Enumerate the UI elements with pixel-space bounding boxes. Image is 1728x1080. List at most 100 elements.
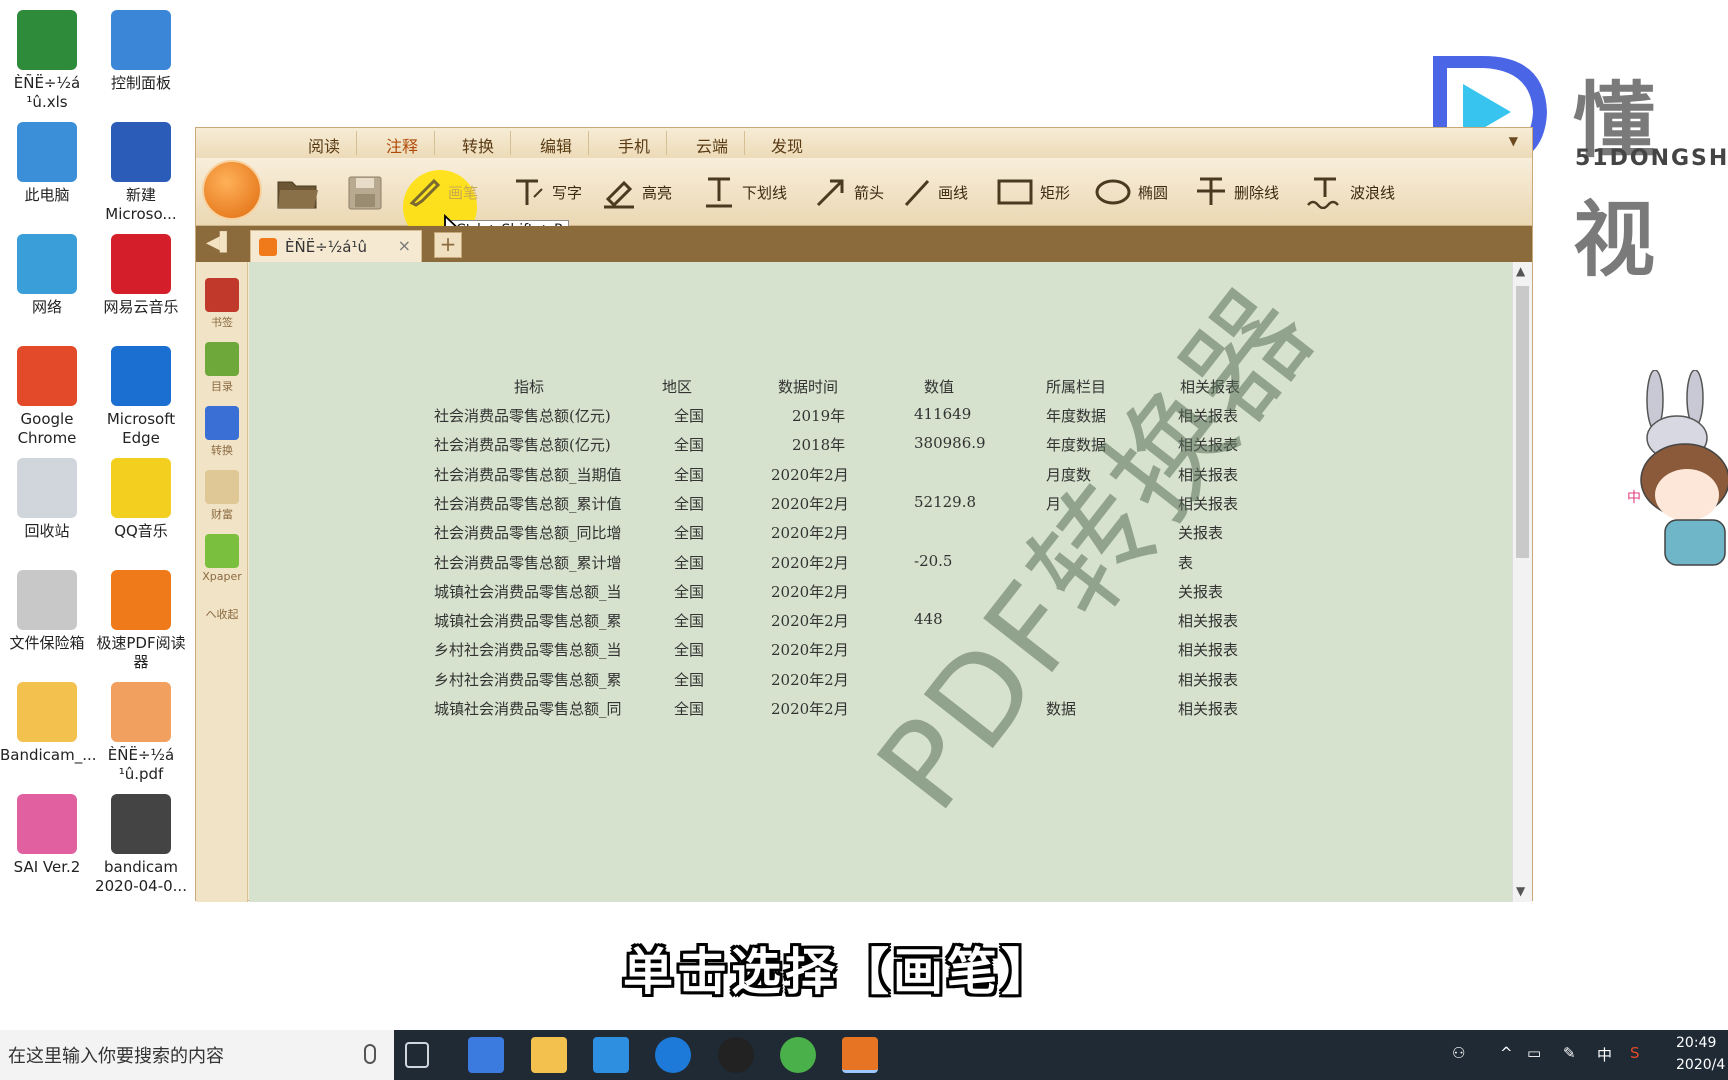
table-cell: 全国 (674, 553, 705, 572)
control-panel-icon (111, 10, 171, 70)
table-cell: 社会消费品零售总额(亿元) (434, 407, 611, 425)
tool-arrow[interactable]: 箭头 (814, 172, 884, 212)
desktop-icon-label: 文件保险箱 (9, 634, 85, 652)
sidebar-item-toc[interactable]: 目录 (200, 342, 244, 394)
tab-edit[interactable]: 编辑 (540, 133, 572, 157)
tab-convert[interactable]: 转换 (462, 133, 494, 157)
table-cell: 全国 (674, 494, 705, 513)
desktop-icon-label: 控制面板 (110, 74, 171, 92)
sidebar-item-collapse[interactable]: ヘ收起 (200, 606, 244, 622)
tool-rectangle[interactable]: 矩形 (996, 172, 1070, 212)
desktop-icon[interactable]: 极速PDF阅读 器 (94, 570, 188, 672)
sidebar-item-convert[interactable]: 转换 (200, 406, 244, 458)
desktop-icon[interactable]: 新建 Microso... (94, 122, 188, 224)
people-icon[interactable]: ⚇ (1452, 1044, 1465, 1062)
app-logo-icon[interactable] (202, 160, 262, 220)
open-folder-icon[interactable] (276, 172, 320, 212)
tool-ellipse[interactable]: 椭圆 (1094, 172, 1168, 212)
table-cell: 全国 (674, 407, 705, 425)
desktop-icon[interactable]: QQ音乐 (94, 458, 188, 541)
microphone-icon[interactable] (364, 1044, 376, 1064)
save-icon[interactable] (346, 172, 384, 212)
tab-mobile[interactable]: 手机 (618, 133, 650, 157)
pdf-reader-icon (111, 570, 171, 630)
pdf-reader-taskbar-icon[interactable] (842, 1037, 878, 1073)
desktop-icon[interactable]: Microsoft Edge (94, 346, 188, 448)
desktop-icon[interactable]: bandicam 2020-04-0... (94, 794, 188, 896)
desktop-icon[interactable]: 回收站 (0, 458, 94, 541)
clock[interactable]: 20:49 2020/4 (1676, 1032, 1725, 1076)
scroll-thumb[interactable] (1516, 286, 1529, 558)
desktop-icon[interactable]: ÈÑË÷½á ¹û.xls (0, 10, 94, 112)
browser-360-icon[interactable] (780, 1037, 816, 1073)
pen-tray-icon[interactable]: ✎ (1563, 1044, 1576, 1062)
desktop-icon[interactable]: 网易云音乐 (94, 234, 188, 317)
bookmark-icon (205, 278, 239, 312)
tool-wavy-line[interactable]: 波浪线 (1306, 172, 1395, 212)
logo-brand: 懂 视 (1573, 74, 1664, 288)
battery-icon[interactable]: ▭ (1527, 1044, 1541, 1062)
desktop-icon[interactable]: Google Chrome (0, 346, 94, 448)
chrome-icon (17, 346, 77, 406)
convert-icon (205, 406, 239, 440)
sidebar-item-bookmark[interactable]: 书签 (200, 278, 244, 330)
tab-cloud[interactable]: 云端 (696, 133, 728, 157)
sogou-ime-icon[interactable]: S (1630, 1044, 1640, 1062)
scroll-down-icon[interactable]: ▼ (1516, 884, 1525, 898)
clock-date: 2020/4 (1676, 1057, 1726, 1073)
desktop-icon[interactable]: 此电脑 (0, 122, 94, 205)
edge-icon[interactable] (655, 1037, 691, 1073)
desktop-icon-label: SAI Ver.2 (13, 858, 81, 876)
document-tab[interactable]: ÈÑË÷½á¹û × (250, 230, 422, 262)
tool-text[interactable]: 写字 (512, 172, 582, 212)
taskbar-search[interactable]: 在这里输入你要搜索的内容 (0, 1030, 394, 1080)
desktop-icon[interactable]: 文件保险箱 (0, 570, 94, 653)
tool-line[interactable]: 画线 (902, 172, 968, 212)
tool-arrow-label: 箭头 (854, 183, 885, 202)
ribbon-menu-arrow-icon[interactable]: ▼ (1509, 134, 1518, 148)
desktop-icon-label: ÈÑË÷½á ¹û.pdf (107, 746, 175, 783)
panel-collapse-icon[interactable]: ◀▌ (206, 232, 234, 256)
desktop-icon[interactable]: Bandicam_... (0, 682, 97, 765)
page-watermark: PDF转换器 (851, 263, 1342, 836)
qq-icon[interactable] (718, 1037, 754, 1073)
new-tab-button[interactable]: + (434, 232, 462, 258)
network-icon (17, 234, 77, 294)
desktop-icon[interactable]: SAI Ver.2 (0, 794, 94, 877)
sai-icon (17, 794, 77, 854)
sidebar-item-wealth[interactable]: 财富 (200, 470, 244, 522)
netease-music-icon (111, 234, 171, 294)
desktop-icon-label: 回收站 (24, 522, 70, 540)
tool-underline[interactable]: 下划线 (702, 172, 787, 212)
ime-indicator[interactable]: 中 (1597, 1044, 1612, 1065)
desktop-icon-label: ÈÑË÷½á ¹û.xls (13, 74, 81, 111)
vertical-scrollbar[interactable]: ▲ ▼ (1512, 262, 1532, 902)
tab-discover[interactable]: 发现 (771, 133, 803, 157)
mail-icon[interactable] (593, 1037, 629, 1073)
table-header-cell: 数据时间 (778, 378, 839, 396)
desktop-icon[interactable]: 控制面板 (94, 10, 188, 93)
file-explorer-icon[interactable] (531, 1037, 567, 1073)
wavy-line-icon (1307, 177, 1339, 209)
tray-expand-icon[interactable]: ^ (1500, 1044, 1513, 1062)
desktop-icon[interactable]: ÈÑË÷½á ¹û.pdf (94, 682, 188, 784)
close-tab-icon[interactable]: × (398, 236, 411, 255)
sidebar-item-xpaper[interactable]: Xpaper (200, 534, 244, 583)
tab-annotate[interactable]: 注释 (386, 133, 418, 157)
desktop-icon-label: Microsoft Edge (106, 410, 176, 447)
table-cell: 相关报表 (1178, 700, 1239, 718)
mascot-illustration: 中 (1627, 370, 1728, 566)
pdf-page-area: 指标 地区 数据时间 数值 所属栏目 相关报表 社会消费品零售总额(亿元) 全国 2019年 41… (249, 262, 1512, 902)
store-icon[interactable] (468, 1037, 504, 1073)
text-icon (516, 179, 543, 205)
excel-file-icon (17, 10, 77, 70)
scroll-up-icon[interactable]: ▲ (1516, 264, 1525, 278)
table-cell: 社会消费品零售总额_当期值 (434, 465, 622, 484)
tool-strikethrough[interactable]: 删除线 (1194, 172, 1279, 212)
tab-read[interactable]: 阅读 (308, 133, 340, 157)
tool-pen[interactable]: 画笔 (408, 172, 478, 212)
tool-highlight[interactable]: 高亮 (602, 172, 672, 212)
desktop-icon[interactable]: 网络 (0, 234, 94, 317)
table-cell: 52129.8 (914, 492, 977, 511)
task-view-icon[interactable] (405, 1042, 429, 1068)
